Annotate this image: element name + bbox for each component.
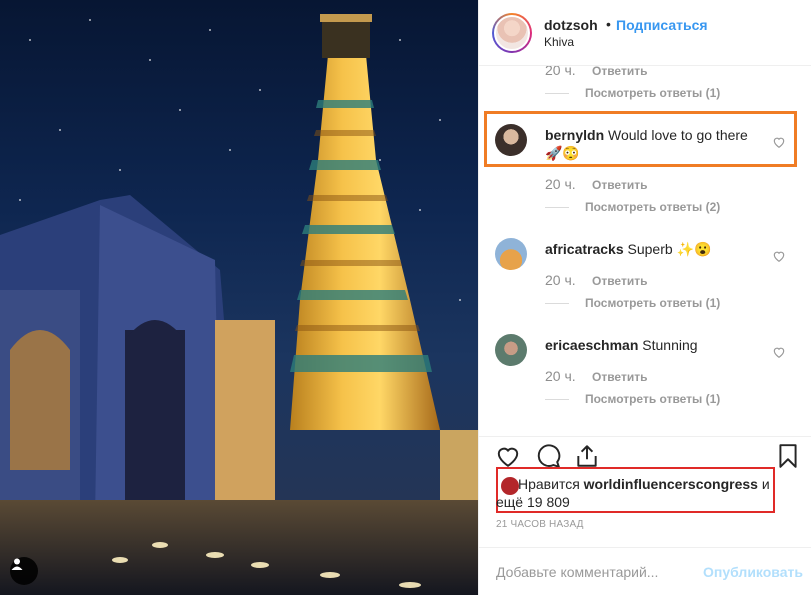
- likes-count-button[interactable]: ещё 19 809: [496, 494, 570, 510]
- post-time-ago: 21 ЧАСОВ НАЗАД: [496, 519, 584, 530]
- post-header: dotzsoh • Подписаться Khiva: [479, 0, 811, 66]
- comment-text: bernyldn Would love to go there 🚀😳: [545, 127, 748, 161]
- reply-button[interactable]: Ответить: [592, 66, 647, 78]
- like-comment-heart-icon[interactable]: [772, 345, 786, 359]
- commenter-avatar[interactable]: [495, 238, 527, 270]
- comment-meta: 20 ч. Ответить: [545, 368, 745, 386]
- share-icon[interactable]: [574, 443, 600, 469]
- commenter-username[interactable]: bernyldn: [545, 127, 604, 143]
- commenter-username[interactable]: ericaeschman: [545, 337, 638, 353]
- author-username[interactable]: dotzsoh: [544, 17, 598, 33]
- khiva-minaret-image: [0, 14, 478, 595]
- comment-time: 20 ч.: [545, 176, 576, 192]
- comment-meta: 20 ч. Ответить: [545, 66, 745, 80]
- reply-button[interactable]: Ответить: [592, 178, 647, 192]
- comment-input[interactable]: Добавьте комментарий...: [496, 564, 658, 580]
- likes-summary: Нравится worldinfluencerscongress и ещё …: [496, 470, 776, 512]
- view-replies-button[interactable]: Посмотреть ответы (1): [545, 392, 720, 406]
- comment-time: 20 ч.: [545, 66, 576, 78]
- likes-text: Нравится worldinfluencerscongress и ещё …: [496, 476, 770, 510]
- view-replies-button[interactable]: Посмотреть ответы (1): [545, 86, 720, 100]
- reply-button[interactable]: Ответить: [592, 274, 647, 288]
- liker-username[interactable]: worldinfluencerscongress: [584, 476, 758, 492]
- like-comment-heart-icon[interactable]: [772, 135, 786, 149]
- commenter-username[interactable]: africatracks: [545, 241, 624, 257]
- view-replies-button[interactable]: Посмотреть ответы (2): [545, 200, 720, 214]
- header-separator: •: [606, 16, 611, 32]
- view-replies-button[interactable]: Посмотреть ответы (1): [545, 296, 720, 310]
- comments-list[interactable]: 20 ч. Ответить Посмотреть ответы (1) ber…: [479, 66, 811, 436]
- comment-time: 20 ч.: [545, 272, 576, 288]
- comment-meta: 20 ч. Ответить: [545, 176, 745, 194]
- comment-meta: 20 ч. Ответить: [545, 272, 745, 290]
- reply-button[interactable]: Ответить: [592, 370, 647, 384]
- commenter-avatar[interactable]: [495, 334, 527, 366]
- post-photo[interactable]: [0, 0, 478, 595]
- comment-time: 20 ч.: [545, 368, 576, 384]
- comment-text: africatracks Superb ✨😮: [545, 241, 712, 257]
- comment-bubble-icon[interactable]: [535, 443, 561, 469]
- like-heart-icon[interactable]: [495, 443, 521, 469]
- like-comment-heart-icon[interactable]: [772, 249, 786, 263]
- add-comment-bar: Добавьте комментарий... Опубликовать: [479, 547, 811, 595]
- comment-text: ericaeschman Stunning: [545, 337, 698, 353]
- commenter-avatar[interactable]: [495, 124, 527, 156]
- author-avatar[interactable]: [492, 13, 532, 53]
- user-tag-icon[interactable]: [10, 557, 38, 585]
- post-location[interactable]: Khiva: [544, 35, 574, 49]
- comment-item: bernyldn Would love to go there 🚀😳: [495, 124, 795, 164]
- publish-button[interactable]: Опубликовать: [703, 564, 803, 580]
- post-sidebar: dotzsoh • Подписаться Khiva 20 ч. Ответи…: [478, 0, 811, 595]
- follow-button[interactable]: Подписаться: [616, 17, 708, 33]
- save-bookmark-icon[interactable]: [775, 443, 801, 469]
